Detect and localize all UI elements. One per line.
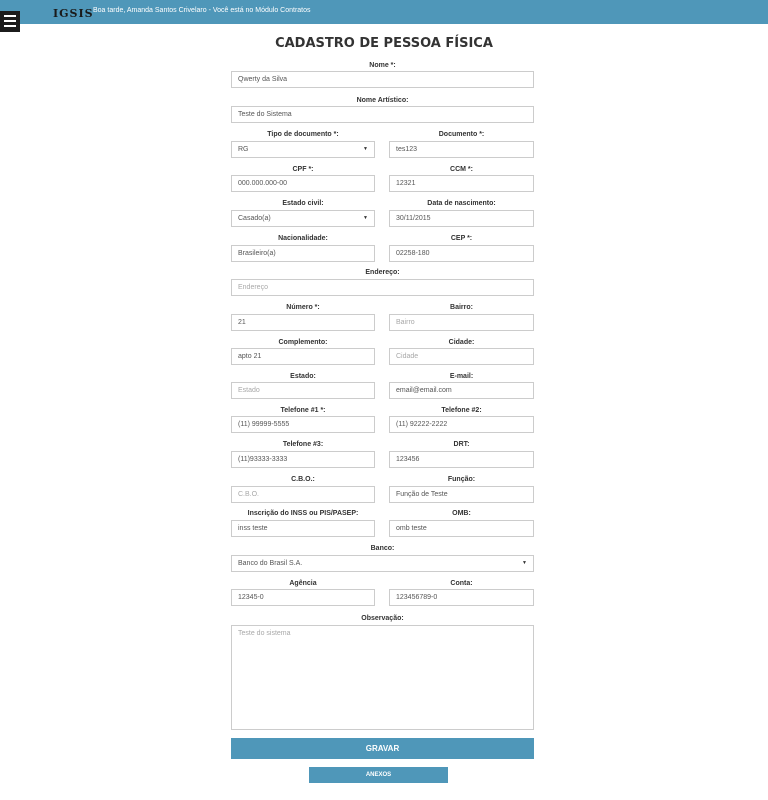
- gravar-button[interactable]: GRAVAR: [231, 738, 534, 759]
- ccm-input[interactable]: 12321: [389, 175, 534, 192]
- telefone1-label: Telefone #1 *:: [280, 407, 326, 414]
- estado-input[interactable]: Estado: [231, 382, 375, 399]
- cbo-label: C.B.O.:: [291, 476, 315, 483]
- anexos-button[interactable]: ANEXOS: [309, 767, 448, 783]
- ccm-label: CCM *:: [450, 166, 473, 173]
- cep-label: CEP *:: [450, 235, 473, 242]
- documento-input[interactable]: tes123: [389, 141, 534, 158]
- chevron-down-icon: ▼: [363, 146, 368, 152]
- cidade-label: Cidade:: [448, 339, 475, 346]
- bairro-label: Bairro:: [450, 304, 473, 311]
- endereco-input[interactable]: Endereço: [231, 279, 534, 296]
- chevron-down-icon: ▼: [363, 215, 368, 221]
- nome-artistico-label: Nome Artístico:: [356, 97, 409, 104]
- omb-label: OMB:: [452, 510, 471, 517]
- conta-label: Conta:: [450, 580, 473, 587]
- nome-input[interactable]: Qwerty da Silva: [231, 71, 534, 88]
- app-logo[interactable]: IGSIS: [53, 7, 94, 20]
- endereco-label: Endereço:: [365, 269, 400, 276]
- observacao-textarea[interactable]: Teste do sistema: [231, 625, 534, 730]
- greeting-text: Boa tarde, Amanda Santos Crivelaro - Voc…: [93, 7, 311, 14]
- data-nascimento-label: Data de nascimento:: [427, 200, 496, 207]
- tipo-documento-value: RG: [238, 146, 249, 153]
- banco-value: Banco do Brasil S.A.: [238, 560, 303, 567]
- complemento-label: Complemento:: [278, 339, 328, 346]
- telefone1-input[interactable]: (11) 99999-5555: [231, 416, 375, 433]
- agencia-input[interactable]: 12345-0: [231, 589, 375, 606]
- funcao-input[interactable]: Função de Teste: [389, 486, 534, 503]
- menu-icon[interactable]: [0, 11, 20, 32]
- estado-label: Estado:: [290, 373, 316, 380]
- email-input[interactable]: email@email.com: [389, 382, 534, 399]
- email-label: E-mail:: [449, 373, 474, 380]
- page-title: CADASTRO DE PESSOA FÍSICA: [275, 36, 493, 51]
- numero-label: Número *:: [286, 304, 320, 311]
- telefone2-input[interactable]: (11) 92222-2222: [389, 416, 534, 433]
- telefone2-label: Telefone #2:: [441, 407, 482, 414]
- estado-civil-label: Estado civil:: [282, 200, 324, 207]
- estado-civil-select[interactable]: Casado(a) ▼: [231, 210, 375, 227]
- cpf-label: CPF *:: [292, 166, 314, 173]
- observacao-label: Observação:: [361, 615, 404, 622]
- numero-input[interactable]: 21: [231, 314, 375, 331]
- funcao-label: Função:: [447, 476, 476, 483]
- nacionalidade-label: Nacionalidade:: [278, 235, 328, 242]
- complemento-input[interactable]: apto 21: [231, 348, 375, 365]
- data-nascimento-input[interactable]: 30/11/2015: [389, 210, 534, 227]
- inss-label: Inscrição do INSS ou PIS/PASEP:: [247, 510, 359, 517]
- estado-civil-value: Casado(a): [238, 215, 271, 222]
- telefone3-input[interactable]: (11)93333-3333: [231, 451, 375, 468]
- documento-label: Documento *:: [438, 131, 485, 138]
- drt-input[interactable]: 123456: [389, 451, 534, 468]
- cidade-input[interactable]: Cidade: [389, 348, 534, 365]
- tipo-documento-label: Tipo de documento *:: [267, 131, 339, 138]
- banco-select[interactable]: Banco do Brasil S.A. ▼: [231, 555, 534, 572]
- chevron-down-icon: ▼: [522, 560, 527, 566]
- agencia-label: Agência: [289, 580, 317, 587]
- top-navbar: IGSIS Boa tarde, Amanda Santos Crivelaro…: [0, 0, 768, 24]
- inss-input[interactable]: inss teste: [231, 520, 375, 537]
- omb-input[interactable]: omb teste: [389, 520, 534, 537]
- telefone3-label: Telefone #3:: [282, 441, 324, 448]
- nome-label: Nome *:: [369, 62, 396, 69]
- drt-label: DRT:: [453, 441, 470, 448]
- nacionalidade-input[interactable]: Brasileiro(a): [231, 245, 375, 262]
- nome-artistico-input[interactable]: Teste do Sistema: [231, 106, 534, 123]
- cep-input[interactable]: 02258-180: [389, 245, 534, 262]
- cpf-input[interactable]: 000.000.000-00: [231, 175, 375, 192]
- cbo-input[interactable]: C.B.O.: [231, 486, 375, 503]
- tipo-documento-select[interactable]: RG ▼: [231, 141, 375, 158]
- bairro-input[interactable]: Bairro: [389, 314, 534, 331]
- conta-input[interactable]: 123456789-0: [389, 589, 534, 606]
- banco-label: Banco:: [370, 545, 395, 552]
